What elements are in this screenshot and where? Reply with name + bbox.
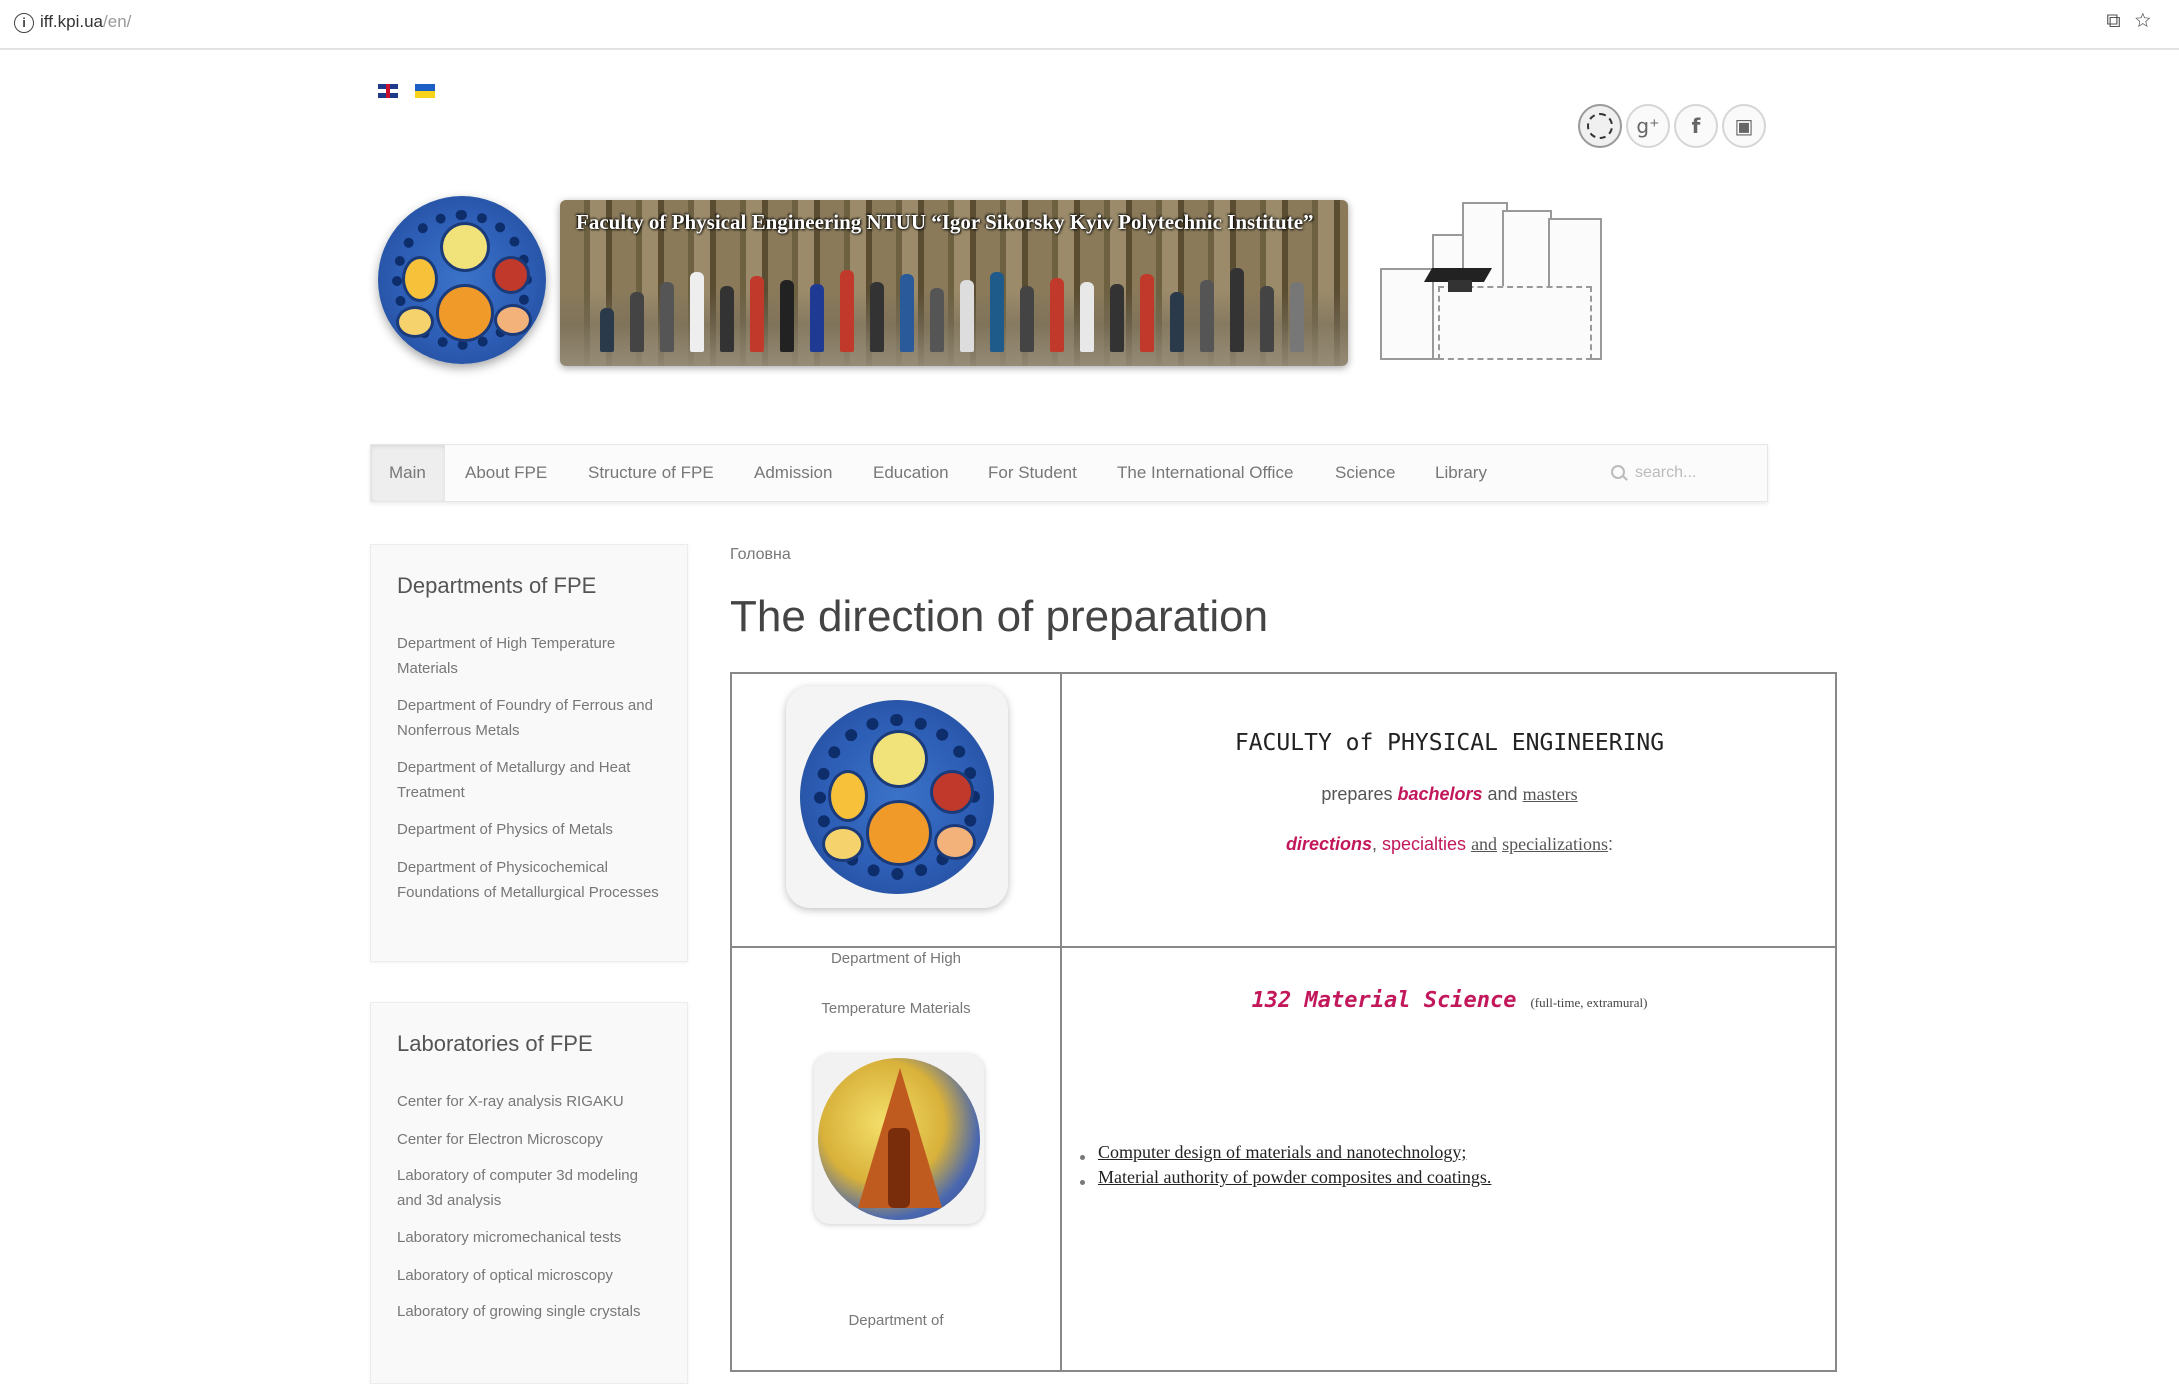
sidebar-lab-micromechanical[interactable]: Laboratory micromechanical tests <box>397 1225 667 1250</box>
specialties-label: specialties <box>1382 834 1467 854</box>
university-emblem-icon[interactable] <box>1578 104 1622 148</box>
nav-item-library[interactable]: Library <box>1435 463 1487 483</box>
specialization-link-computer-design[interactable]: Computer design of materials and nanotec… <box>1098 1142 1466 1163</box>
ukrainian-flag-icon[interactable] <box>415 84 435 98</box>
header-banner-photo: Faculty of Physical Engineering NTUU “Ig… <box>560 200 1348 366</box>
specializations-link[interactable]: specializations <box>1502 834 1608 854</box>
nav-item-structure[interactable]: Structure of FPE <box>588 463 714 483</box>
translate-icon[interactable]: ⧉ <box>2106 10 2134 32</box>
sidebar-dept-foundry[interactable]: Department of Foundry of Ferrous and Non… <box>397 693 667 743</box>
building-sketch-image <box>1372 194 1622 362</box>
sidebar-lab-crystals[interactable]: Laboratory of growing single crystals <box>397 1299 667 1324</box>
nav-item-admission[interactable]: Admission <box>754 463 832 483</box>
dept-high-temperature-label-1: Department of High <box>830 950 962 967</box>
specialty-study-forms: (full-time, extramural) <box>1530 995 1648 1010</box>
sidebar-dept-metallurgy[interactable]: Department of Metallurgy and Heat Treatm… <box>397 755 667 805</box>
sidebar-dept-physics-metals[interactable]: Department of Physics of Metals <box>397 817 667 842</box>
banner-title: Faculty of Physical Engineering NTUU “Ig… <box>576 210 1314 234</box>
bullet-icon <box>1080 1155 1085 1160</box>
sidebar-lab-xray[interactable]: Center for X-ray analysis RIGAKU <box>397 1089 667 1114</box>
bachelors-link[interactable]: bachelors <box>1397 784 1482 804</box>
search-icon <box>1611 465 1625 479</box>
directions-line: directions, specialties and specializati… <box>1285 834 1614 854</box>
dept-high-temperature-label-2: Temperature Materials <box>821 1000 971 1017</box>
sidebar-lab-electron[interactable]: Center for Electron Microscopy <box>397 1127 667 1152</box>
sidebar-dept-high-temperature[interactable]: Department of High Temperature Materials <box>397 631 667 681</box>
sidebar-lab-3d[interactable]: Laboratory of computer 3d modeling and 3… <box>397 1163 667 1213</box>
google-plus-icon[interactable]: g⁺ <box>1626 104 1670 148</box>
youtube-icon[interactable]: ▣ <box>1722 104 1766 148</box>
faculty-logo-small <box>800 700 994 894</box>
directions-label: directions <box>1285 834 1372 854</box>
site-info-icon[interactable]: i <box>14 13 34 33</box>
departments-panel: Departments of FPE Department of High Te… <box>370 544 688 962</box>
nav-item-main[interactable]: Main <box>371 445 445 501</box>
specialty-name: 132 Material Science <box>1251 988 1517 1013</box>
browser-actions: ⧉☆ <box>2106 10 2165 33</box>
url-host: iff.kpi.ua <box>40 12 104 31</box>
sidebar-dept-physicochemical[interactable]: Department of Physicochemical Foundation… <box>397 855 667 905</box>
nav-item-education[interactable]: Education <box>873 463 949 483</box>
bullet-icon <box>1080 1180 1085 1185</box>
table-divider-horizontal <box>730 946 1837 948</box>
nav-item-international-office[interactable]: The International Office <box>1117 463 1293 483</box>
faculty-name: FACULTY of PHYSICAL ENGINEERING <box>1234 730 1665 756</box>
masters-link[interactable]: masters <box>1523 784 1578 804</box>
laboratories-title: Laboratories of FPE <box>397 1031 593 1056</box>
browser-address-bar: i iff.kpi.ua/en/ ⧉☆ <box>0 0 2179 50</box>
faculty-logo[interactable] <box>378 196 546 364</box>
laboratories-panel: Laboratories of FPE Center for X-ray ana… <box>370 1002 688 1384</box>
bookmark-star-icon[interactable]: ☆ <box>2135 10 2165 32</box>
dept-label-2: Department of <box>848 1312 944 1329</box>
department-emblem-image <box>818 1058 980 1220</box>
page-title: The direction of preparation <box>730 592 1269 641</box>
nav-item-science[interactable]: Science <box>1335 463 1395 483</box>
url-field[interactable]: iff.kpi.ua/en/ <box>40 12 131 32</box>
departments-title: Departments of FPE <box>397 573 597 598</box>
specialty-heading: 132 Material Science (full-time, extramur… <box>1062 988 1837 1013</box>
sidebar-lab-optical[interactable]: Laboratory of optical microscopy <box>397 1263 667 1288</box>
main-navigation: Main About FPE Structure of FPE Admissio… <box>370 444 1768 502</box>
nav-item-for-student[interactable]: For Student <box>988 463 1077 483</box>
nav-item-about[interactable]: About FPE <box>465 463 547 483</box>
facebook-icon[interactable]: f <box>1674 104 1718 148</box>
english-flag-icon[interactable] <box>378 84 398 98</box>
prepares-line: prepares bachelors and masters <box>1321 784 1578 804</box>
search-input[interactable] <box>1633 459 1757 487</box>
breadcrumb[interactable]: Головна <box>730 546 791 564</box>
table-divider-vertical <box>1060 672 1062 1372</box>
specialization-link-powder-composites[interactable]: Material authority of powder composites … <box>1098 1167 1491 1188</box>
url-path: /en/ <box>103 12 132 31</box>
